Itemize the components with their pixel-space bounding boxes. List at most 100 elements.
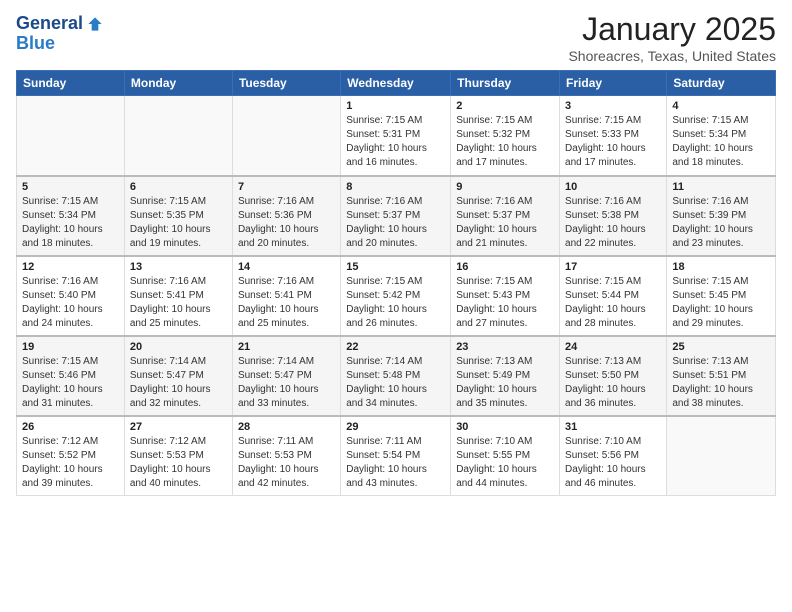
logo-text: General	[16, 14, 83, 34]
weekday-header: Wednesday	[341, 71, 451, 96]
calendar-cell: 7Sunrise: 7:16 AMSunset: 5:36 PMDaylight…	[232, 176, 340, 256]
calendar-cell: 16 Sunrise: 7:15 AMSunset: 5:43 PMDayligh…	[451, 256, 560, 336]
day-info: Sunrise: 7:13 AMSunset: 5:50 PMDaylight:…	[565, 355, 661, 411]
day-info: Sunrise: 7:15 AMSunset: 5:35 PMDaylight:…	[130, 195, 227, 251]
weekday-header: Friday	[560, 71, 667, 96]
calendar-cell: 4 Sunrise: 7:15 AMSunset: 5:34 PMDaylight…	[667, 96, 776, 176]
day-number: 5	[22, 181, 119, 193]
day-info: Sunrise: 7:16 AMSunset: 5:41 PMDaylight:…	[238, 275, 335, 331]
calendar-week-row: 5 Sunrise: 7:15 AMSunset: 5:34 PMDaylight…	[17, 176, 776, 256]
day-number: 4	[672, 100, 770, 112]
day-info: Sunrise: 7:14 AMSunset: 5:48 PMDaylight:…	[346, 355, 445, 411]
day-number: 23	[456, 341, 554, 353]
calendar-cell: 14 Sunrise: 7:16 AMSunset: 5:41 PMDayligh…	[232, 256, 340, 336]
day-number: 27	[130, 421, 227, 433]
logo-icon	[85, 14, 105, 34]
header: General Blue January 2025 Shoreacres, Te…	[16, 10, 776, 64]
day-info: Sunrise: 7:11 AMSunset: 5:53 PMDaylight:…	[238, 435, 335, 491]
calendar-week-row: 12 Sunrise: 7:16 AMSunset: 5:40 PMDayligh…	[17, 256, 776, 336]
day-info: Sunrise: 7:13 AMSunset: 5:49 PMDaylight:…	[456, 355, 554, 411]
day-number: 10	[565, 181, 661, 193]
day-info: Sunrise: 7:16 AMSunset: 5:39 PMDaylight:…	[672, 195, 770, 251]
calendar-cell: 30 Sunrise: 7:10 AMSunset: 5:55 PMDayligh…	[451, 416, 560, 496]
day-info: Sunrise: 7:12 AMSunset: 5:53 PMDaylight:…	[130, 435, 227, 491]
day-number: 21	[238, 341, 335, 353]
calendar-cell: 26Sunrise: 7:12 AMSunset: 5:52 PMDayligh…	[17, 416, 125, 496]
calendar-cell: 28 Sunrise: 7:11 AMSunset: 5:53 PMDayligh…	[232, 416, 340, 496]
calendar-cell: 5 Sunrise: 7:15 AMSunset: 5:34 PMDaylight…	[17, 176, 125, 256]
day-number: 7	[238, 181, 335, 193]
day-info: Sunrise: 7:15 AMSunset: 5:45 PMDaylight:…	[672, 275, 770, 331]
calendar-cell: 20Sunrise: 7:14 AMSunset: 5:47 PMDayligh…	[124, 336, 232, 416]
calendar-cell: 24 Sunrise: 7:13 AMSunset: 5:50 PMDayligh…	[560, 336, 667, 416]
calendar-cell	[232, 96, 340, 176]
calendar-cell: 11Sunrise: 7:16 AMSunset: 5:39 PMDayligh…	[667, 176, 776, 256]
day-number: 2	[456, 100, 554, 112]
day-info: Sunrise: 7:14 AMSunset: 5:47 PMDaylight:…	[238, 355, 335, 411]
calendar-cell: 23 Sunrise: 7:13 AMSunset: 5:49 PMDayligh…	[451, 336, 560, 416]
calendar-cell: 3Sunrise: 7:15 AMSunset: 5:33 PMDaylight…	[560, 96, 667, 176]
calendar-cell: 18 Sunrise: 7:15 AMSunset: 5:45 PMDayligh…	[667, 256, 776, 336]
day-info: Sunrise: 7:15 AMSunset: 5:46 PMDaylight:…	[22, 355, 119, 411]
calendar-cell: 1Sunrise: 7:15 AMSunset: 5:31 PMDaylight…	[341, 96, 451, 176]
day-number: 22	[346, 341, 445, 353]
calendar-cell: 25 Sunrise: 7:13 AMSunset: 5:51 PMDayligh…	[667, 336, 776, 416]
day-number: 12	[22, 261, 119, 273]
day-info: Sunrise: 7:15 AMSunset: 5:34 PMDaylight:…	[22, 195, 119, 251]
calendar-cell	[124, 96, 232, 176]
calendar-cell: 12 Sunrise: 7:16 AMSunset: 5:40 PMDayligh…	[17, 256, 125, 336]
calendar-cell	[667, 416, 776, 496]
day-info: Sunrise: 7:10 AMSunset: 5:56 PMDaylight:…	[565, 435, 661, 491]
day-number: 14	[238, 261, 335, 273]
day-number: 18	[672, 261, 770, 273]
day-number: 17	[565, 261, 661, 273]
day-number: 8	[346, 181, 445, 193]
calendar-cell: 10 Sunrise: 7:16 AMSunset: 5:38 PMDayligh…	[560, 176, 667, 256]
calendar-cell: 31 Sunrise: 7:10 AMSunset: 5:56 PMDayligh…	[560, 416, 667, 496]
day-info: Sunrise: 7:14 AMSunset: 5:47 PMDaylight:…	[130, 355, 227, 411]
day-info: Sunrise: 7:15 AMSunset: 5:31 PMDaylight:…	[346, 114, 445, 170]
day-number: 19	[22, 341, 119, 353]
calendar-cell: 22 Sunrise: 7:14 AMSunset: 5:48 PMDayligh…	[341, 336, 451, 416]
day-info: Sunrise: 7:16 AMSunset: 5:37 PMDaylight:…	[346, 195, 445, 251]
day-info: Sunrise: 7:15 AMSunset: 5:44 PMDaylight:…	[565, 275, 661, 331]
day-info: Sunrise: 7:16 AMSunset: 5:38 PMDaylight:…	[565, 195, 661, 251]
calendar-cell: 21 Sunrise: 7:14 AMSunset: 5:47 PMDayligh…	[232, 336, 340, 416]
day-number: 30	[456, 421, 554, 433]
weekday-header: Monday	[124, 71, 232, 96]
logo-blue-text: Blue	[16, 33, 55, 53]
day-number: 16	[456, 261, 554, 273]
calendar-cell: 27 Sunrise: 7:12 AMSunset: 5:53 PMDayligh…	[124, 416, 232, 496]
day-number: 31	[565, 421, 661, 433]
calendar-cell: 13Sunrise: 7:16 AMSunset: 5:41 PMDayligh…	[124, 256, 232, 336]
day-number: 28	[238, 421, 335, 433]
day-number: 24	[565, 341, 661, 353]
calendar-cell: 29Sunrise: 7:11 AMSunset: 5:54 PMDayligh…	[341, 416, 451, 496]
day-info: Sunrise: 7:15 AMSunset: 5:42 PMDaylight:…	[346, 275, 445, 331]
weekday-header: Thursday	[451, 71, 560, 96]
page-container: General Blue January 2025 Shoreacres, Te…	[0, 0, 792, 506]
calendar-cell: 6Sunrise: 7:15 AMSunset: 5:35 PMDaylight…	[124, 176, 232, 256]
day-info: Sunrise: 7:13 AMSunset: 5:51 PMDaylight:…	[672, 355, 770, 411]
day-info: Sunrise: 7:15 AMSunset: 5:43 PMDaylight:…	[456, 275, 554, 331]
calendar-cell: 9Sunrise: 7:16 AMSunset: 5:37 PMDaylight…	[451, 176, 560, 256]
calendar-cell: 8 Sunrise: 7:16 AMSunset: 5:37 PMDaylight…	[341, 176, 451, 256]
day-info: Sunrise: 7:10 AMSunset: 5:55 PMDaylight:…	[456, 435, 554, 491]
day-info: Sunrise: 7:11 AMSunset: 5:54 PMDaylight:…	[346, 435, 445, 491]
logo: General Blue	[16, 14, 105, 54]
day-info: Sunrise: 7:16 AMSunset: 5:40 PMDaylight:…	[22, 275, 119, 331]
calendar-cell: 19 Sunrise: 7:15 AMSunset: 5:46 PMDayligh…	[17, 336, 125, 416]
day-info: Sunrise: 7:15 AMSunset: 5:34 PMDaylight:…	[672, 114, 770, 170]
weekday-header: Sunday	[17, 71, 125, 96]
day-number: 26	[22, 421, 119, 433]
calendar-week-row: 19 Sunrise: 7:15 AMSunset: 5:46 PMDayligh…	[17, 336, 776, 416]
calendar-week-row: 1Sunrise: 7:15 AMSunset: 5:31 PMDaylight…	[17, 96, 776, 176]
title-section: January 2025 Shoreacres, Texas, United S…	[568, 10, 776, 64]
main-title: January 2025	[568, 10, 776, 48]
calendar-cell: 15 Sunrise: 7:15 AMSunset: 5:42 PMDayligh…	[341, 256, 451, 336]
day-number: 15	[346, 261, 445, 273]
day-info: Sunrise: 7:15 AMSunset: 5:33 PMDaylight:…	[565, 114, 661, 170]
day-number: 13	[130, 261, 227, 273]
day-number: 25	[672, 341, 770, 353]
weekday-header: Tuesday	[232, 71, 340, 96]
